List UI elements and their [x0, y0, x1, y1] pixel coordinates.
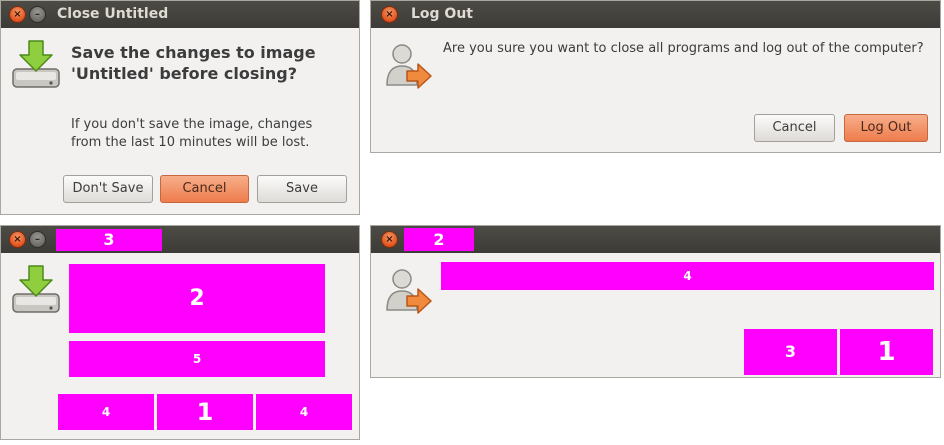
titlebar: × – — [1, 226, 359, 253]
drive-download-icon — [12, 40, 60, 88]
window-close-button[interactable]: × — [9, 6, 26, 23]
dont-save-mask-button[interactable]: 4 — [58, 394, 154, 430]
message-mask-label: 5 — [69, 341, 325, 377]
cancel-mask-button[interactable]: 1 — [157, 394, 253, 430]
user-logout-icon — [386, 44, 432, 89]
dialog-message: Are you sure you want to close all progr… — [443, 41, 924, 56]
logout-dialog: × Log Out Are you sure you want to close… — [370, 0, 941, 153]
user-logout-icon — [386, 269, 432, 314]
window-close-button[interactable]: × — [9, 231, 26, 248]
window-minimize-button[interactable]: – — [29, 6, 46, 23]
close-untitled-dialog: × – Close Untitled Save the changes to i… — [0, 0, 360, 215]
heading-mask-label: 2 — [69, 264, 325, 333]
cancel-mask-button[interactable]: 3 — [744, 329, 837, 375]
window-close-button[interactable]: × — [381, 231, 398, 248]
screenshot-composite: × – Close Untitled Save the changes to i… — [0, 0, 944, 445]
masked-close-dialog: × – 3 2 5 4 1 4 — [0, 225, 360, 440]
window-title: Close Untitled — [57, 6, 169, 22]
save-button[interactable]: Save — [257, 175, 347, 203]
dialog-message: If you don't save the image, changes fro… — [71, 117, 313, 150]
titlebar: × – Close Untitled — [1, 1, 359, 28]
title-mask-label: 3 — [56, 229, 162, 251]
cancel-button[interactable]: Cancel — [160, 175, 249, 203]
dont-save-button[interactable]: Don't Save — [63, 175, 153, 203]
dialog-heading: Save the changes to image 'Untitled' bef… — [71, 43, 316, 83]
window-minimize-button[interactable]: – — [29, 231, 46, 248]
masked-logout-dialog: × 2 4 3 1 — [370, 225, 941, 378]
cancel-button[interactable]: Cancel — [754, 114, 835, 142]
logout-button[interactable]: Log Out — [844, 114, 928, 142]
logout-mask-button[interactable]: 1 — [840, 329, 933, 375]
drive-download-icon — [12, 265, 60, 313]
title-mask-label: 2 — [404, 228, 474, 251]
message-mask-label: 4 — [441, 262, 934, 290]
window-title: Log Out — [411, 6, 473, 22]
save-mask-button[interactable]: 4 — [256, 394, 352, 430]
titlebar: × Log Out — [371, 1, 940, 28]
window-close-button[interactable]: × — [381, 6, 398, 23]
